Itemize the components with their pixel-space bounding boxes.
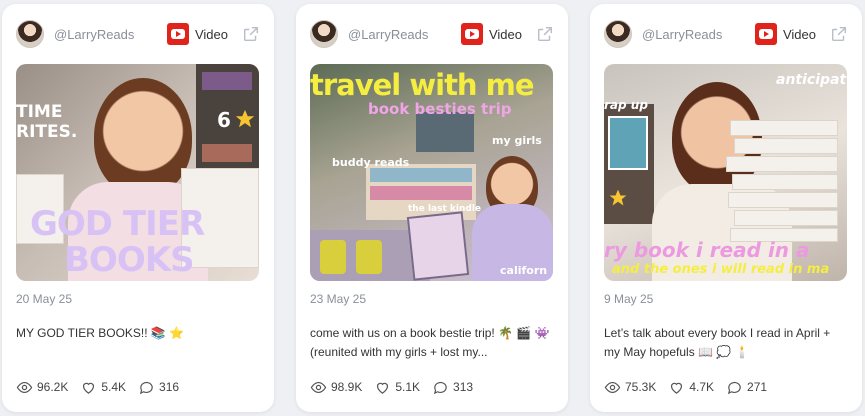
likes-stat: 5.4K: [80, 379, 126, 396]
comment-icon: [433, 381, 447, 394]
post-caption: come with us on a book bestie trip! 🌴 🎬 …: [310, 326, 550, 359]
thumbnail-title: ry book i read in a: [604, 238, 810, 262]
thumbnail-text: buddy reads: [332, 156, 410, 169]
comments-stat: 271: [726, 379, 767, 396]
comments-count: 316: [159, 380, 180, 394]
views-stat: 96.2K: [16, 379, 68, 396]
account-handle[interactable]: @LarryReads: [54, 27, 167, 42]
thumbnail-text: TIME: [16, 102, 63, 122]
thumbnail-title: BOOKS: [64, 240, 195, 280]
engagement-stats: 75.3K 4.7K 271: [604, 378, 779, 396]
external-link-icon[interactable]: [242, 25, 260, 43]
comments-stat: 316: [138, 379, 179, 396]
youtube-icon: [460, 23, 483, 45]
account-handle[interactable]: @LarryReads: [642, 27, 755, 42]
views-count: 96.2K: [37, 380, 69, 394]
video-thumbnail[interactable]: travel with me book besties trip buddy r…: [310, 64, 553, 281]
likes-stat: 4.7K: [668, 379, 714, 396]
thumbnail-subtitle: and the ones i will read in ma: [612, 262, 830, 277]
views-stat: 75.3K: [604, 379, 656, 396]
heart-icon: [377, 382, 389, 394]
post-caption: Let’s talk about every book I read in Ap…: [604, 326, 831, 359]
thumbnail-title: GOD TIER: [30, 204, 205, 244]
external-link-icon[interactable]: [536, 25, 554, 43]
thumbnail-text: anticipat: [776, 72, 847, 88]
card-header: @LarryReads Video: [604, 18, 848, 50]
thumbnail-text: rap up: [604, 98, 648, 112]
likes-count: 4.7K: [689, 380, 715, 394]
external-link-icon[interactable]: [830, 25, 848, 43]
thumbnail-title: travel with me: [310, 68, 535, 102]
post-date: 20 May 25: [16, 292, 73, 306]
likes-count: 5.4K: [101, 380, 127, 394]
eye-icon: [310, 381, 327, 393]
platform-label: Video: [488, 26, 522, 42]
heart-icon: [671, 382, 683, 394]
comment-icon: [139, 381, 153, 394]
comments-count: 271: [747, 380, 768, 394]
post-card[interactable]: @LarryReads Video travel with me book be…: [296, 4, 568, 412]
engagement-stats: 96.2K 5.4K 316: [16, 378, 191, 396]
platform-label: Video: [782, 26, 816, 42]
engagement-stats: 98.9K 5.1K 313: [310, 378, 485, 396]
thumbnail-text: my girls: [492, 134, 542, 147]
video-thumbnail[interactable]: rap up anticipat ry book i read in a and…: [604, 64, 847, 281]
views-count: 98.9K: [331, 380, 363, 394]
views-count: 75.3K: [625, 380, 657, 394]
youtube-icon: [166, 23, 189, 45]
heart-icon: [83, 382, 95, 394]
post-date: 23 May 25: [310, 292, 367, 306]
post-card[interactable]: @LarryReads Video rap up anticipat ry bo…: [590, 4, 862, 412]
thumbnail-text: californ: [500, 264, 548, 277]
avatar[interactable]: [604, 20, 632, 48]
comments-count: 313: [453, 380, 474, 394]
thumbnail-text: the last kindle: [408, 204, 482, 214]
video-thumbnail[interactable]: TIME RITES. 6 GOD TIER BOOKS: [16, 64, 259, 281]
thumbnail-text: 6: [217, 108, 231, 132]
card-header: @LarryReads Video: [16, 18, 260, 50]
eye-icon: [16, 381, 33, 393]
avatar[interactable]: [310, 20, 338, 48]
views-stat: 98.9K: [310, 379, 362, 396]
post-caption: MY GOD TIER BOOKS!! 📚 ⭐: [16, 326, 185, 340]
youtube-icon: [754, 23, 777, 45]
star-icon: [609, 189, 627, 206]
star-icon: [235, 109, 255, 128]
comments-stat: 313: [432, 379, 473, 396]
thumbnail-subtitle: book besties trip: [368, 100, 512, 118]
eye-icon: [604, 381, 621, 393]
post-date: 9 May 25: [604, 292, 654, 306]
comment-icon: [727, 381, 741, 394]
likes-stat: 5.1K: [374, 379, 420, 396]
platform-label: Video: [194, 26, 228, 42]
avatar[interactable]: [16, 20, 44, 48]
thumbnail-text: RITES.: [16, 122, 78, 142]
card-header: @LarryReads Video: [310, 18, 554, 50]
post-card[interactable]: @LarryReads Video TIME RITES. 6 GOD TIER…: [2, 4, 274, 412]
account-handle[interactable]: @LarryReads: [348, 27, 461, 42]
likes-count: 5.1K: [395, 380, 421, 394]
